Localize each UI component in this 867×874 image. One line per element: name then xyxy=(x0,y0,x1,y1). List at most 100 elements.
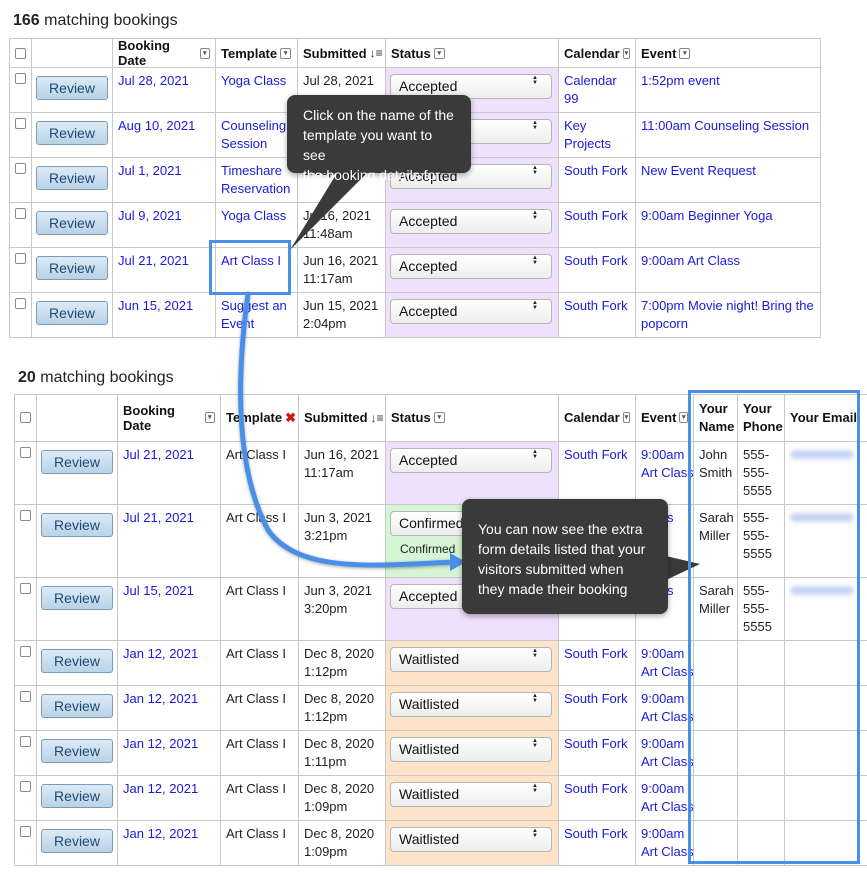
booking-date-link[interactable]: Jan 12, 2021 xyxy=(119,687,220,713)
dropdown-square-icon[interactable]: ▾ xyxy=(679,47,691,59)
booking-date-link[interactable]: Jul 15, 2021 xyxy=(119,579,220,605)
calendar-header[interactable]: Calendar ▾ xyxy=(558,38,636,68)
row-checkbox[interactable] xyxy=(20,781,31,792)
status-select[interactable]: Accepted ▲▼ xyxy=(390,254,552,279)
status-select[interactable]: Waitlisted ▲▼ xyxy=(390,692,552,717)
status-select[interactable]: Accepted ▲▼ xyxy=(390,448,552,473)
event-link-line[interactable]: 9:00am xyxy=(641,645,688,663)
review-button[interactable]: Review xyxy=(41,784,113,808)
event-link-line[interactable]: Art Class xyxy=(641,843,693,861)
status-header[interactable]: Status ▾ xyxy=(385,38,559,68)
row-checkbox[interactable] xyxy=(20,510,31,521)
booking-date-link[interactable]: Jul 21, 2021 xyxy=(119,506,220,532)
row-checkbox[interactable] xyxy=(15,298,26,309)
booking-date-link[interactable]: Jun 15, 2021 xyxy=(114,294,215,320)
review-button[interactable]: Review xyxy=(41,649,113,673)
event-link-line[interactable]: 9:00am xyxy=(641,780,688,798)
sort-descending-icon[interactable]: ↓≡ xyxy=(371,411,384,425)
calendar-link-line[interactable]: South Fork xyxy=(564,207,630,225)
event-link-line[interactable]: popcorn xyxy=(641,315,815,333)
status-select[interactable]: Waitlisted ▲▼ xyxy=(390,647,552,672)
calendar-header[interactable]: Calendar ▾ xyxy=(558,394,636,442)
review-button[interactable]: Review xyxy=(41,450,113,474)
status-select[interactable]: Accepted ▲▼ xyxy=(390,299,552,324)
booking-date-link[interactable]: Aug 10, 2021 xyxy=(114,114,215,140)
booking-date-link[interactable]: Jan 12, 2021 xyxy=(119,732,220,758)
review-button[interactable]: Review xyxy=(41,829,113,853)
booking-date-link[interactable]: Jul 9, 2021 xyxy=(114,204,215,230)
booking-date-header[interactable]: Booking Date ▾ xyxy=(112,38,216,68)
template-link-line[interactable]: Reservation xyxy=(221,180,292,198)
review-button[interactable]: Review xyxy=(41,694,113,718)
event-link-line[interactable]: Art Class xyxy=(641,753,693,771)
template-link-line[interactable]: Yoga Class xyxy=(221,72,292,90)
event-link-line[interactable]: 11:00am Counseling Session xyxy=(641,117,815,135)
review-button[interactable]: Review xyxy=(36,256,108,280)
template-header[interactable]: Template ▾ xyxy=(215,38,298,68)
select-all-checkbox[interactable] xyxy=(15,47,26,59)
event-link-line[interactable]: 9:00am xyxy=(641,446,688,464)
review-button[interactable]: Review xyxy=(41,739,113,763)
template-link-line[interactable]: Yoga Class xyxy=(221,207,292,225)
booking-date-link[interactable]: Jan 12, 2021 xyxy=(119,777,220,803)
event-header[interactable]: Event ▾ xyxy=(635,394,694,442)
event-header[interactable]: Event ▾ xyxy=(635,38,821,68)
row-checkbox[interactable] xyxy=(15,118,26,129)
remove-x-icon[interactable]: ✖ xyxy=(285,410,296,426)
submitted-header[interactable]: Submitted ↓≡ xyxy=(297,38,386,68)
dropdown-square-icon[interactable]: ▾ xyxy=(204,412,215,423)
booking-date-link[interactable]: Jan 12, 2021 xyxy=(119,822,220,848)
row-checkbox[interactable] xyxy=(15,253,26,264)
review-button[interactable]: Review xyxy=(36,166,108,190)
row-checkbox[interactable] xyxy=(15,163,26,174)
row-checkbox[interactable] xyxy=(20,826,31,837)
row-checkbox[interactable] xyxy=(20,447,31,458)
event-link-line[interactable]: 9:00am Beginner Yoga xyxy=(641,207,815,225)
dropdown-square-icon[interactable]: ▾ xyxy=(622,47,630,59)
calendar-link[interactable]: South Fork xyxy=(560,687,635,713)
event-link-line[interactable]: New Event Request xyxy=(641,162,815,180)
calendar-link-line[interactable]: Calendar xyxy=(564,72,630,90)
template-link-line[interactable]: Counseling xyxy=(221,117,292,135)
status-select[interactable]: Waitlisted ▲▼ xyxy=(390,737,552,762)
dropdown-square-icon[interactable]: ▾ xyxy=(433,412,445,423)
calendar-link[interactable]: South Fork xyxy=(560,443,635,469)
row-checkbox[interactable] xyxy=(20,646,31,657)
template-link-line[interactable]: Session xyxy=(221,135,292,153)
row-checkbox[interactable] xyxy=(20,736,31,747)
booking-date-link[interactable]: Jul 28, 2021 xyxy=(114,69,215,95)
sort-descending-icon[interactable]: ↓≡ xyxy=(370,46,383,60)
calendar-link-line[interactable]: 99 xyxy=(564,90,630,108)
row-checkbox[interactable] xyxy=(15,208,26,219)
calendar-link[interactable]: South Fork xyxy=(560,777,635,803)
dropdown-square-icon[interactable]: ▾ xyxy=(622,412,630,423)
calendar-link[interactable]: South Fork xyxy=(560,732,635,758)
event-link-line[interactable]: 1:52pm event xyxy=(641,72,815,90)
calendar-link-line[interactable]: South Fork xyxy=(564,297,630,315)
submitted-header[interactable]: Submitted ↓≡ xyxy=(298,394,386,442)
calendar-link[interactable]: South Fork xyxy=(560,642,635,668)
dropdown-square-icon[interactable]: ▾ xyxy=(199,47,210,59)
review-button[interactable]: Review xyxy=(36,76,108,100)
booking-date-link[interactable]: Jan 12, 2021 xyxy=(119,642,220,668)
calendar-link-line[interactable]: South Fork xyxy=(564,252,630,270)
booking-date-link[interactable]: Jul 21, 2021 xyxy=(119,443,220,469)
review-button[interactable]: Review xyxy=(36,211,108,235)
review-button[interactable]: Review xyxy=(41,586,113,610)
row-checkbox[interactable] xyxy=(20,583,31,594)
dropdown-square-icon[interactable]: ▾ xyxy=(433,47,445,59)
event-link-line[interactable]: Art Class xyxy=(641,798,693,816)
status-select[interactable]: Waitlisted ▲▼ xyxy=(390,827,552,852)
review-button[interactable]: Review xyxy=(36,121,108,145)
template-link-line[interactable]: Timeshare xyxy=(221,162,292,180)
booking-date-header[interactable]: Booking Date ▾ xyxy=(117,394,221,442)
booking-date-link[interactable]: Jul 1, 2021 xyxy=(114,159,215,185)
dropdown-square-icon[interactable]: ▾ xyxy=(280,47,292,59)
status-header[interactable]: Status ▾ xyxy=(385,394,559,442)
review-button[interactable]: Review xyxy=(36,301,108,325)
row-checkbox[interactable] xyxy=(15,73,26,84)
template-link-line[interactable]: Suggest an xyxy=(221,297,292,315)
calendar-link-line[interactable]: Projects xyxy=(564,135,630,153)
review-button[interactable]: Review xyxy=(41,513,113,537)
event-link-line[interactable]: 9:00am xyxy=(641,735,688,753)
